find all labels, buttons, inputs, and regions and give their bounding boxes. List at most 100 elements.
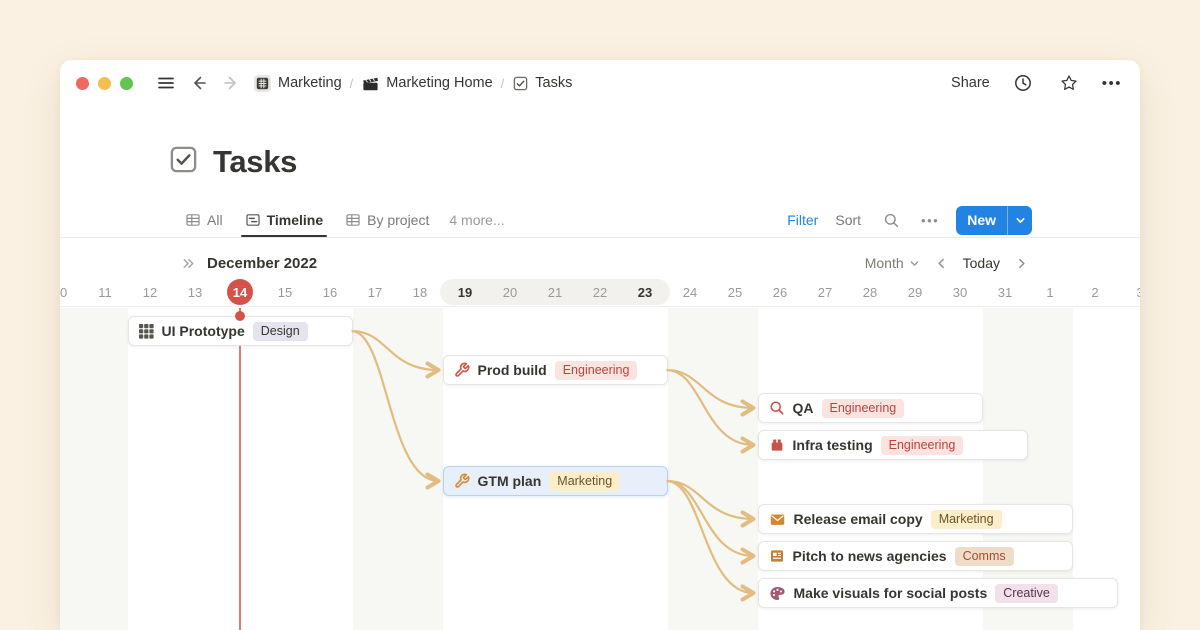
desktop-background: Marketing/Marketing Home/Tasks Share •••… bbox=[0, 0, 1200, 630]
tab-all[interactable]: All bbox=[185, 203, 223, 237]
new-button[interactable]: New bbox=[956, 206, 1007, 235]
new-button-group: New bbox=[956, 206, 1032, 235]
task-title: UI Prototype bbox=[162, 323, 245, 339]
scale-selector[interactable]: Month bbox=[865, 255, 920, 271]
breadcrumb-item-marketing[interactable]: Marketing bbox=[253, 74, 342, 93]
task-tag: Marketing bbox=[931, 510, 1002, 529]
envelope-icon bbox=[769, 511, 786, 528]
weekend-stripe bbox=[60, 308, 128, 630]
task-bar-make-visuals[interactable]: Make visuals for social posts Creative bbox=[758, 578, 1118, 608]
filter-button[interactable]: Filter bbox=[787, 212, 818, 228]
clapperboard-icon bbox=[361, 74, 380, 93]
breadcrumb-item-tasks[interactable]: Tasks bbox=[512, 75, 572, 92]
date-cell: 20 bbox=[488, 278, 533, 307]
date-cell: 19 bbox=[443, 278, 488, 307]
task-title: Prod build bbox=[478, 362, 547, 378]
new-chevron-down-icon[interactable] bbox=[1008, 206, 1032, 235]
back-icon[interactable] bbox=[187, 70, 213, 96]
date-cell: 24 bbox=[668, 278, 713, 307]
task-bar-infra-testing[interactable]: Infra testing Engineering bbox=[758, 430, 1028, 460]
date-cell: 30 bbox=[938, 278, 983, 307]
task-title: QA bbox=[793, 400, 814, 416]
task-title: Infra testing bbox=[793, 437, 873, 453]
date-cell: 23 bbox=[623, 278, 668, 307]
close-window-button[interactable] bbox=[76, 77, 89, 90]
star-icon[interactable] bbox=[1056, 70, 1082, 96]
date-cell: 10 bbox=[60, 278, 83, 307]
prev-period-chevron-left-icon[interactable] bbox=[935, 257, 948, 270]
breadcrumb-item-marketing-home[interactable]: Marketing Home bbox=[361, 74, 492, 93]
titlebar-actions: Share ••• bbox=[951, 70, 1122, 96]
news-icon bbox=[769, 548, 785, 564]
timeline-header: December 2022 Month Today bbox=[60, 248, 1140, 278]
date-cell: 11 bbox=[83, 278, 128, 307]
today-button[interactable]: Today bbox=[963, 255, 1000, 271]
sort-button[interactable]: Sort bbox=[835, 212, 861, 228]
date-cell: 18 bbox=[398, 278, 443, 307]
task-bar-qa[interactable]: QA Engineering bbox=[758, 393, 983, 423]
table-icon bbox=[345, 212, 361, 228]
task-title: Release email copy bbox=[794, 511, 923, 527]
breadcrumb: Marketing/Marketing Home/Tasks bbox=[253, 74, 572, 93]
today-line bbox=[239, 308, 241, 630]
clock-icon[interactable] bbox=[1010, 70, 1036, 96]
today-date-badge[interactable]: 14 bbox=[227, 279, 253, 305]
wrench-icon bbox=[454, 473, 470, 489]
view-tabs: All Timeline By project bbox=[185, 203, 429, 237]
page-title: Tasks bbox=[213, 144, 297, 180]
today-line-dot bbox=[235, 311, 245, 321]
weekend-stripe bbox=[668, 308, 758, 630]
grid-icon bbox=[139, 324, 154, 339]
date-cell: 2 bbox=[1073, 278, 1118, 307]
checkbox-icon bbox=[168, 144, 199, 180]
date-cell: 17 bbox=[353, 278, 398, 307]
gantt-body: New UI PrototypeDesignProd buildEngineer… bbox=[60, 308, 1140, 630]
task-tag: Creative bbox=[995, 584, 1058, 603]
timeline-view-icon bbox=[245, 212, 261, 228]
date-cell: 16 bbox=[308, 278, 353, 307]
date-row: 1011121314151617181920212223242526272829… bbox=[60, 278, 1140, 307]
view-toolbar: Filter Sort ••• New bbox=[787, 206, 1032, 235]
checkbox-icon bbox=[512, 75, 529, 92]
date-cell: 28 bbox=[848, 278, 893, 307]
task-tag: Engineering bbox=[881, 436, 964, 455]
task-tag: Engineering bbox=[822, 399, 905, 418]
task-tag: Engineering bbox=[555, 361, 638, 380]
hamburger-menu-icon[interactable] bbox=[153, 70, 179, 96]
task-bar-release-email-copy[interactable]: Release email copy Marketing bbox=[758, 504, 1073, 534]
more-options-icon[interactable]: ••• bbox=[1102, 75, 1122, 92]
date-cell: 1 bbox=[1028, 278, 1073, 307]
page-title-block: Tasks bbox=[168, 144, 297, 180]
titlebar: Marketing/Marketing Home/Tasks Share ••• bbox=[60, 60, 1140, 106]
breadcrumb-separator: / bbox=[501, 76, 505, 91]
date-cell: 31 bbox=[983, 278, 1028, 307]
task-tag: Design bbox=[253, 322, 308, 341]
share-button[interactable]: Share bbox=[951, 75, 990, 91]
date-cell: 21 bbox=[533, 278, 578, 307]
app-window: Marketing/Marketing Home/Tasks Share •••… bbox=[60, 60, 1140, 630]
zoom-window-button[interactable] bbox=[120, 77, 133, 90]
weekend-stripe bbox=[353, 308, 443, 630]
task-bar-gtm-plan[interactable]: GTM plan Marketing bbox=[443, 466, 668, 496]
view-more-icon[interactable]: ••• bbox=[921, 213, 939, 228]
date-cell: 15 bbox=[263, 278, 308, 307]
minimize-window-button[interactable] bbox=[98, 77, 111, 90]
forward-icon[interactable] bbox=[217, 70, 243, 96]
next-period-chevron-right-icon[interactable] bbox=[1015, 257, 1028, 270]
search-icon[interactable] bbox=[878, 207, 904, 233]
double-chevron-icon[interactable] bbox=[181, 256, 196, 271]
search-icon bbox=[769, 400, 785, 416]
date-cell: 25 bbox=[713, 278, 758, 307]
task-title: Make visuals for social posts bbox=[794, 585, 988, 601]
task-tag: Marketing bbox=[549, 472, 620, 491]
task-bar-pitch-news-agencies[interactable]: Pitch to news agenciesComms bbox=[758, 541, 1073, 571]
tab-timeline[interactable]: Timeline bbox=[245, 203, 324, 237]
palette-icon bbox=[769, 585, 786, 602]
task-title: GTM plan bbox=[478, 473, 542, 489]
date-cell: 27 bbox=[803, 278, 848, 307]
task-bar-prod-build[interactable]: Prod build Engineering bbox=[443, 355, 668, 385]
more-views-button[interactable]: 4 more... bbox=[449, 212, 504, 228]
table-icon bbox=[185, 212, 201, 228]
database-icon bbox=[253, 74, 272, 93]
tab-by-project[interactable]: By project bbox=[345, 203, 429, 237]
